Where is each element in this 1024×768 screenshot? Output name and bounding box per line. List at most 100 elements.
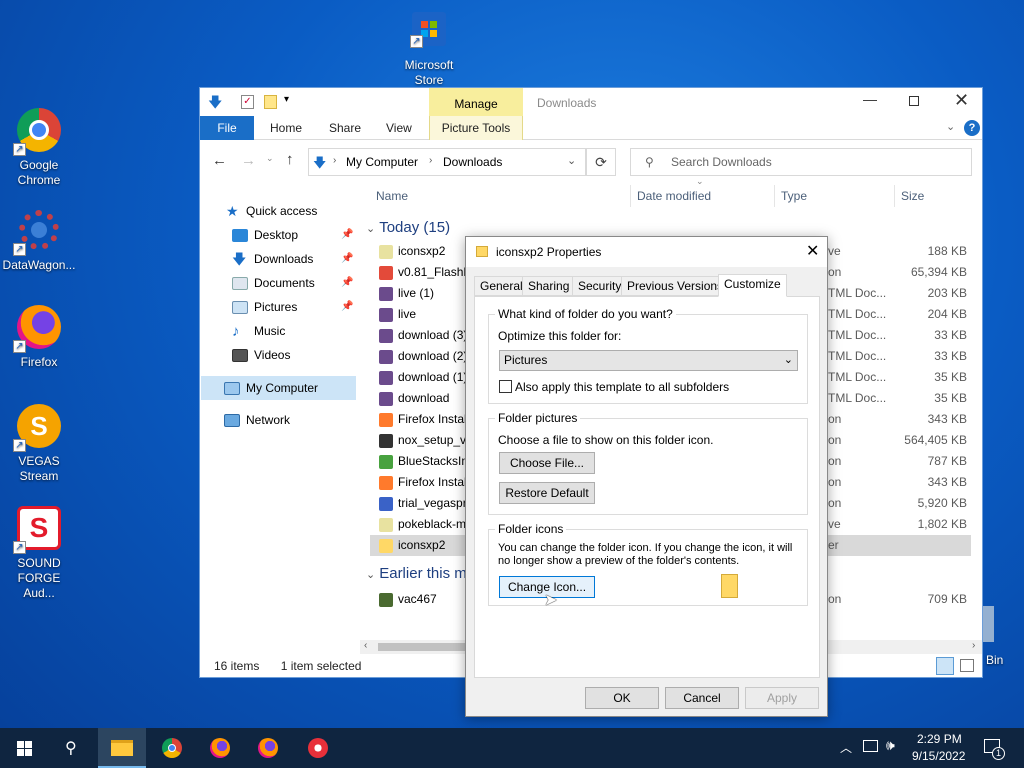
details-view-icon[interactable] [936,657,954,675]
manage-tab-header[interactable]: Manage [429,88,523,116]
nav-label: Documents [254,276,315,290]
tab-file[interactable]: File [200,116,254,140]
clock-date[interactable]: 9/15/2022 [912,749,965,763]
firefox-icon [258,738,278,758]
network-icon [224,414,240,428]
nav-network[interactable]: Network [224,409,290,431]
taskbar-file-explorer[interactable] [98,728,146,768]
address-dropdown-icon[interactable]: ⌄ [567,154,576,167]
large-icons-view-icon[interactable] [960,659,974,672]
taskbar-chrome[interactable] [148,728,196,768]
choose-file-button[interactable]: Choose File... [499,452,595,474]
tray-chevron-up-icon[interactable]: ︿ [840,739,852,756]
file-icon [379,593,393,607]
new-folder-icon[interactable] [264,95,277,109]
properties-check-icon[interactable]: ✓ [241,95,254,109]
volume-tray-icon[interactable]: 🕪 [886,737,895,754]
pin-icon[interactable]: 📌 [341,301,353,312]
cancel-button[interactable]: Cancel [665,687,739,709]
nav-label: Desktop [254,228,299,242]
help-icon[interactable]: ? [964,120,980,136]
explorer-titlebar: 🡇 ✓ ▾ Manage Downloads — ✕ [200,88,982,116]
restore-default-button[interactable]: Restore Default [499,482,595,504]
network-tray-icon[interactable] [863,740,878,752]
scroll-right-icon[interactable]: › [972,640,975,651]
dialog-titlebar: iconsxp2 Properties ✕ [466,237,827,267]
search-input[interactable]: ⚲ Search Downloads [630,148,972,176]
close-icon[interactable]: ✕ [954,90,969,111]
tab-home[interactable]: Home [260,116,312,140]
expand-ribbon-icon[interactable]: ⌄ [946,120,955,133]
taskbar-firefox-1[interactable] [196,728,244,768]
nav-my-computer[interactable]: My Computer [224,377,318,399]
taskbar-app[interactable] [294,728,342,768]
pin-icon[interactable]: 📌 [341,277,353,288]
file-size: 343 KB [927,412,967,426]
tab-general[interactable]: General [474,276,529,296]
tab-customize[interactable]: Customize [718,274,787,297]
tab-sharing[interactable]: Sharing [522,276,576,296]
file-name: BlueStacksIns [398,454,475,468]
group-header-today[interactable]: ⌄ Today (15) [366,219,450,236]
search-icon: ⚲ [65,740,77,757]
column-date-modified[interactable]: Date modified [637,185,711,207]
file-name: live (1) [398,286,435,300]
nav-desktop[interactable]: Desktop [232,224,298,246]
desktop-icon-label: DataWagon... [2,258,76,272]
desktop-icon-sound-forge[interactable]: S ↗ SOUND FORGE Aud... [0,504,78,601]
customize-toolbar-icon[interactable]: ▾ [284,94,289,105]
tab-previous-versions[interactable]: Previous Versions [621,276,730,296]
subfolders-checkbox[interactable] [499,380,512,393]
column-size[interactable]: Size [901,185,924,207]
taskbar-firefox-2[interactable] [244,728,292,768]
nav-music[interactable]: ♪ Music [232,320,285,342]
scroll-left-icon[interactable]: ‹ [364,640,367,651]
optimize-select[interactable]: Pictures ⌄ [499,350,798,371]
nav-quick-access[interactable]: ★ Quick access [226,200,317,222]
refresh-icon[interactable]: ⟳ [586,148,616,176]
nav-pictures[interactable]: Pictures [232,296,297,318]
maximize-icon[interactable] [909,96,919,106]
desktop-icon-microsoft-store[interactable]: ↗ Microsoft Store [391,12,467,88]
pin-icon[interactable]: 📌 [341,253,353,264]
recent-locations-icon[interactable]: ⌄ [266,153,274,164]
desktop-icon-datawagon[interactable]: ↗ DataWagon... [0,206,78,273]
app-icon [308,738,328,758]
back-arrow-icon[interactable]: ← [212,152,227,169]
nav-documents[interactable]: Documents [232,272,315,294]
address-bar[interactable]: 🡇 › My Computer › Downloads ⌄ [308,148,586,176]
desktop-icon-firefox[interactable]: ↗ Firefox [1,303,77,370]
group-header-earlier[interactable]: ⌄ Earlier this m [366,565,467,582]
breadcrumb-downloads[interactable]: Downloads [443,155,502,169]
breadcrumb-my-computer[interactable]: My Computer [346,155,418,169]
desktop-icon-vegas-stream[interactable]: S ↗ VEGAS Stream [1,402,77,484]
file-size: 188 KB [927,244,967,258]
column-type[interactable]: Type [781,185,807,207]
windows-logo-icon [17,741,32,756]
properties-dialog: iconsxp2 Properties ✕ General Sharing Se… [465,236,828,717]
minimize-icon[interactable]: — [863,91,877,107]
dialog-close-icon[interactable]: ✕ [806,237,819,267]
column-name[interactable]: Name [376,185,408,207]
quick-access-down-icon[interactable]: 🡇 [208,95,222,109]
nav-downloads[interactable]: 🡇 Downloads [232,248,313,270]
pin-icon[interactable]: 📌 [341,229,353,240]
customize-panel: What kind of folder do you want? Optimiz… [474,296,820,678]
tab-view[interactable]: View [376,116,422,140]
nav-videos[interactable]: Videos [232,344,290,366]
file-icon [379,539,393,553]
up-arrow-icon[interactable]: ↑ [286,151,294,168]
tab-security[interactable]: Security [572,276,628,296]
subfolders-checkbox-label[interactable]: Also apply this template to all subfolde… [515,380,729,394]
clock-time[interactable]: 2:29 PM [917,732,962,746]
tab-picture-tools[interactable]: Picture Tools [429,116,523,140]
ok-button[interactable]: OK [585,687,659,709]
apply-button[interactable]: Apply [745,687,819,709]
start-button[interactable] [0,728,48,768]
chevron-down-icon: ⌄ [366,569,376,581]
file-size: 33 KB [934,349,967,363]
search-button[interactable]: ⚲ [48,728,96,768]
tab-share[interactable]: Share [319,116,371,140]
desktop-icon-chrome[interactable]: ↗ Google Chrome [1,106,77,188]
forward-arrow-icon[interactable]: → [241,152,256,169]
